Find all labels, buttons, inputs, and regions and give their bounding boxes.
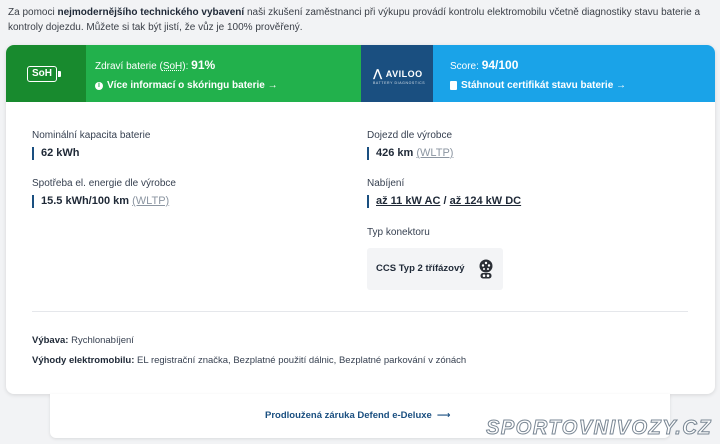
aviloo-mark-icon: ⋀: [373, 68, 383, 80]
soh-icon-box: SoH: [6, 45, 86, 102]
range-value: 426 km (WLTP): [367, 147, 453, 160]
consumption-label: Spotřeba el. energie dle výrobce: [32, 178, 176, 189]
connector-label: Typ konektoru: [367, 227, 430, 238]
battery-banner: SoH Zdraví baterie (SoH): 91% i Více info…: [6, 45, 715, 102]
warranty-link[interactable]: Prodloužená záruka Defend e-Deluxe ⟶: [265, 410, 450, 421]
consumption-wltp-link[interactable]: (WLTP): [132, 195, 169, 207]
battery-card: SoH Zdraví baterie (SoH): 91% i Více info…: [6, 45, 715, 394]
aviloo-logo-box: ⋀ AVILOO BATTERY DIAGNOSTICS: [361, 45, 433, 102]
soh-badge-label: SoH: [32, 68, 52, 79]
aviloo-sub: BATTERY DIAGNOSTICS: [373, 81, 426, 85]
soh-info-link[interactable]: i Více informací o skóringu baterie →: [95, 80, 278, 91]
capacity-value-text: 62 kWh: [41, 147, 80, 159]
consumption-value: 15.5 kWh/100 km (WLTP): [32, 195, 169, 208]
capacity-value: 62 kWh: [32, 147, 80, 160]
score-value: 94/100: [481, 58, 519, 72]
soh-abbr: SoH: [162, 61, 183, 72]
watermark: SPORTOVNIVOZY.CZ: [486, 417, 712, 440]
warranty-link-label: Prodloužená záruka Defend e-Deluxe: [265, 410, 432, 421]
capacity-label: Nominální kapacita baterie: [32, 130, 151, 141]
benefits-label: Výhody elektromobilu:: [32, 355, 135, 366]
charging-ac-link[interactable]: až 11 kW AC: [376, 195, 440, 207]
connector-value: CCS Typ 2 třífázový: [376, 263, 465, 274]
score-panel: Score: 94/100 Stáhnout certifikát stavu …: [433, 45, 715, 102]
ccs-plug-icon: [479, 259, 493, 279]
soh-prefix: Zdraví baterie (: [95, 61, 163, 72]
benefits-line: Výhody elektromobilu: EL registrační zna…: [32, 355, 466, 366]
soh-panel: Zdraví baterie (SoH): 91% i Více informac…: [86, 45, 361, 102]
soh-value: 91%: [191, 58, 216, 72]
benefits-value: EL registrační značka, Bezplatné použití…: [134, 355, 467, 366]
equipment-line: Výbava: Rychlonabíjení: [32, 335, 134, 346]
score-title: Score: 94/100: [450, 58, 518, 72]
soh-info-link-label: Více informací o skóringu baterie →: [107, 80, 278, 91]
intro-bold: nejmodernějšího technického vybavení: [57, 7, 245, 18]
soh-title: Zdraví baterie (SoH): 91%: [95, 58, 215, 72]
intro-text: Za pomoci nejmodernějšího technického vy…: [8, 5, 708, 35]
charging-dc-link[interactable]: až 124 kW DC: [450, 195, 522, 207]
certificate-link-label: Stáhnout certifikát stavu baterie →: [461, 80, 627, 91]
equipment-value: Rychlonabíjení: [68, 335, 134, 346]
arrow-right-icon: ⟶: [436, 410, 451, 421]
aviloo-logo: ⋀ AVILOO: [373, 67, 423, 80]
equipment-label: Výbava:: [32, 335, 69, 346]
connector-chip: CCS Typ 2 třífázový: [367, 248, 503, 290]
info-icon: i: [95, 81, 103, 90]
consumption-value-text: 15.5 kWh/100 km: [41, 195, 130, 207]
charging-label: Nabíjení: [367, 178, 405, 189]
aviloo-name: AVILOO: [385, 68, 423, 79]
certificate-download-link[interactable]: Stáhnout certifikát stavu baterie →: [450, 80, 626, 91]
charging-value: až 11 kW AC / až 124 kW DC: [367, 195, 521, 208]
section-divider: [32, 311, 688, 312]
document-icon: [450, 81, 457, 90]
range-value-text: 426 km: [376, 147, 414, 159]
range-label: Dojezd dle výrobce: [367, 130, 453, 141]
battery-icon: SoH: [27, 66, 61, 82]
range-wltp-link[interactable]: (WLTP): [416, 147, 453, 159]
score-label: Score:: [450, 61, 482, 72]
intro-part1: Za pomoci: [8, 7, 58, 18]
charging-separator: /: [440, 195, 450, 207]
soh-suffix: ):: [182, 61, 192, 72]
